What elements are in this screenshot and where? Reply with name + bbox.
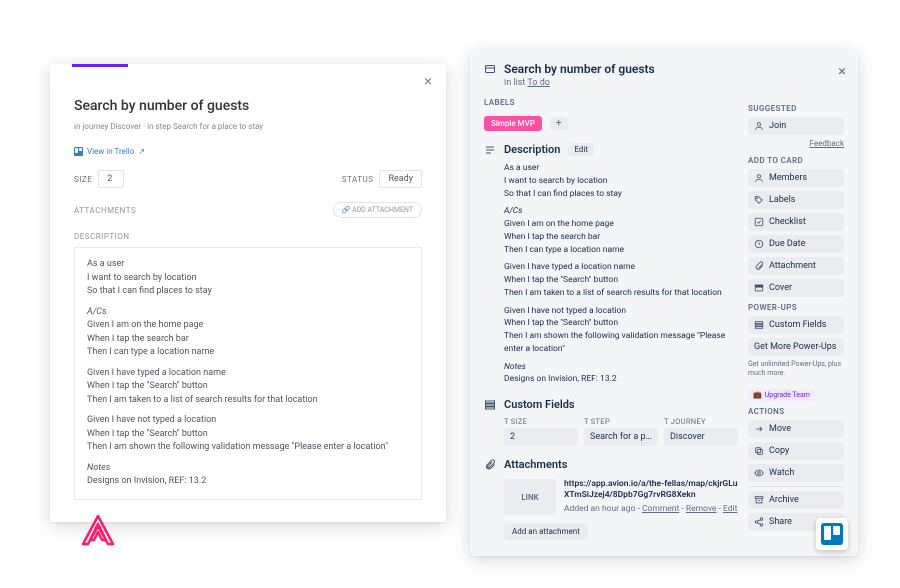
join-button[interactable]: Join [748,117,844,135]
status-select[interactable]: Ready [379,170,422,188]
cover-button[interactable]: Cover [748,279,844,297]
view-in-trello-link[interactable]: View in Trello ↗ [74,147,422,156]
cf-step-label: T STEP [584,417,658,426]
status-label: STATUS [342,175,374,184]
suggested-heading: SUGGESTED [748,104,844,113]
custom-fields-icon [484,399,496,411]
edit-description-button[interactable]: Edit [568,143,594,156]
avion-story-card: × Search by number of guests in journey … [50,64,446,522]
attachment-meta: Added an hour ago - Comment - Remove - E… [564,504,738,514]
upgrade-team-button[interactable]: 💼 Upgrade Team [748,389,815,401]
attachment-icon [484,459,496,471]
promo-text: Get unlimited Power-Ups, plus much more. [748,360,844,378]
move-button[interactable]: Move [748,420,844,438]
in-list: in list To do [504,78,844,88]
labels-button[interactable]: Labels [748,191,844,209]
description-icon [484,144,496,156]
breadcrumb: in journey Discover · in step Search for… [74,122,422,131]
card-icon [484,63,496,75]
description-editor[interactable]: As a userI want to search by locationSo … [74,247,422,500]
attachment-url: https://app.avion.io/a/the-fellas/map/ck… [564,479,738,501]
avion-logo [80,514,116,546]
custom-fields-heading: Custom Fields [504,398,575,411]
custom-fields-button[interactable]: Custom Fields [748,316,844,334]
checklist-button[interactable]: Checklist [748,213,844,231]
trello-card: × Search by number of guests in list To … [470,50,858,556]
cf-step-input[interactable]: Search for a place ... [584,428,658,446]
actions-heading: ACTIONS [748,407,844,416]
divider [748,486,844,487]
attachment-comment-link[interactable]: Comment [642,504,679,514]
list-link[interactable]: To do [527,78,550,88]
labels-heading: LABELS [484,98,738,107]
cf-journey-input[interactable]: Discover [664,428,738,446]
attachments-heading: Attachments [504,458,567,471]
add-attachment-button[interactable]: 🔗 ADD ATTACHMENT [333,202,422,218]
card-title[interactable]: Search by number of guests [504,62,655,76]
trello-logo [816,518,848,550]
description-label: DESCRIPTION [74,232,422,241]
archive-button[interactable]: Archive [748,491,844,509]
trello-icon [74,147,83,156]
description-body[interactable]: As a userI want to search by locationSo … [504,162,738,386]
add-label-button[interactable]: + [550,117,568,130]
attachment-remove-link[interactable]: Remove [686,504,717,514]
add-to-card-heading: ADD TO CARD [748,156,844,165]
story-title: Search by number of guests [74,98,422,114]
feedback-link[interactable]: Feedback [748,139,844,148]
close-icon[interactable]: × [424,74,432,89]
size-label: SIZE [74,175,92,184]
meta-row: SIZE 2 STATUS Ready [74,170,422,188]
watch-button[interactable]: Watch [748,464,844,482]
description-heading: Description [504,143,560,156]
add-attachment-button[interactable]: Add an attachment [504,523,588,540]
power-ups-heading: POWER-UPS [748,303,844,312]
attachment-edit-link[interactable]: Edit [723,504,737,514]
get-more-powerups-button[interactable]: Get More Power-Ups [748,338,844,356]
accent-bar [72,64,128,67]
close-icon[interactable]: × [838,62,846,80]
cf-size-label: T SIZE [504,417,578,426]
members-button[interactable]: Members [748,169,844,187]
copy-button[interactable]: Copy [748,442,844,460]
attachment-item[interactable]: LINK https://app.avion.io/a/the-fellas/m… [504,479,738,515]
crumb-journey[interactable]: Discover [110,122,141,131]
attachments-label: ATTACHMENTS [74,206,136,215]
crumb-step[interactable]: Search for a place to stay [173,122,263,131]
cf-journey-label: T JOURNEY [664,417,738,426]
attachment-button[interactable]: Attachment [748,257,844,275]
label-chip[interactable]: Simple MVP [484,116,542,131]
due-date-button[interactable]: Due Date [748,235,844,253]
attachment-thumb: LINK [504,479,556,515]
cf-size-input[interactable]: 2 [504,428,578,446]
size-input[interactable]: 2 [98,170,124,188]
